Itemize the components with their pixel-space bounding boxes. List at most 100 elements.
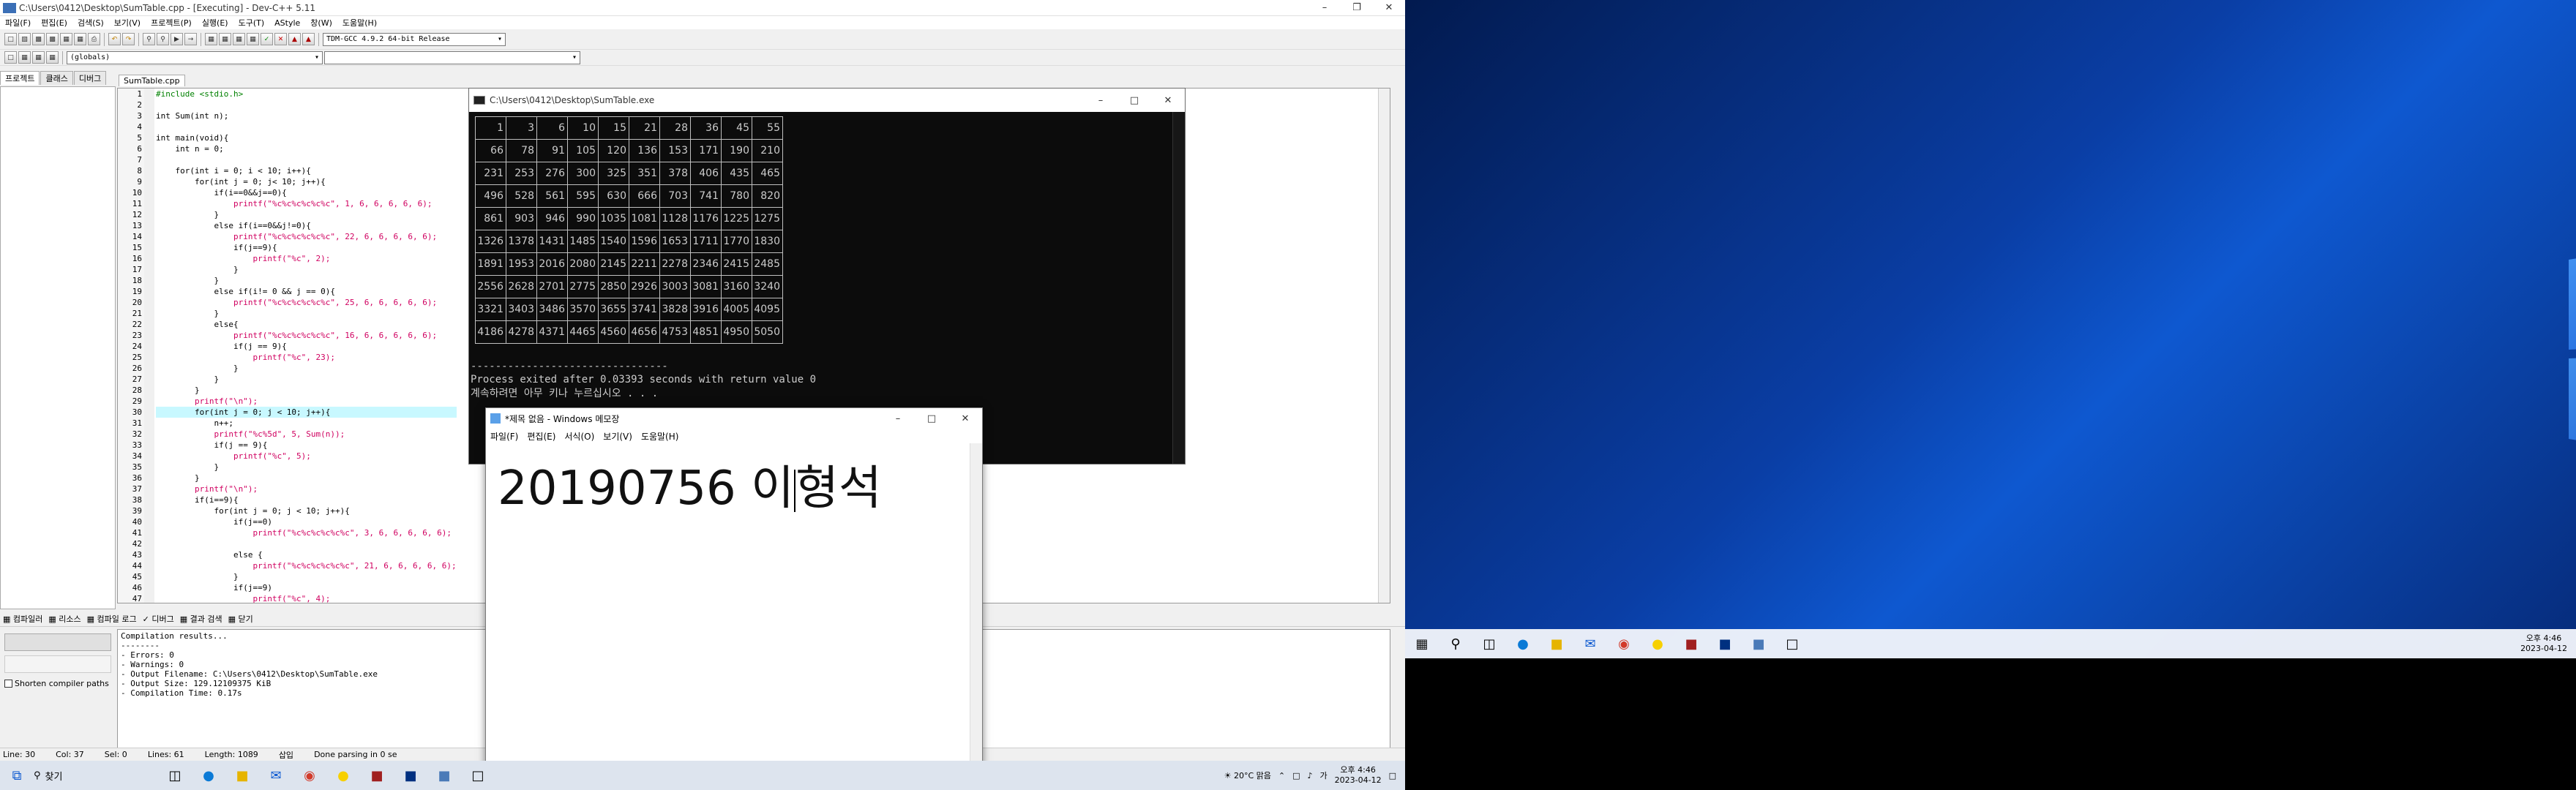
tab-project[interactable]: 프로젝트 (0, 71, 40, 85)
close-file-icon[interactable]: ▦ (60, 33, 72, 45)
code-line[interactable]: else { (156, 549, 457, 560)
code-line[interactable]: if(j==0) (156, 516, 457, 527)
dev-cpp-taskbar-icon[interactable]: ■ (360, 761, 394, 790)
close-button[interactable]: ✕ (1373, 0, 1405, 16)
edge-icon[interactable]: ● (192, 761, 225, 790)
code-line[interactable]: int main(void){ (156, 132, 457, 143)
code-line[interactable]: } (156, 374, 457, 385)
shorten-paths-option[interactable]: Shorten compiler paths (4, 679, 109, 688)
close-all-icon[interactable]: ▦ (74, 33, 86, 45)
code-line[interactable]: int Sum(int n); (156, 110, 457, 121)
notepad-text-area[interactable]: 20190756 이형석 (498, 451, 882, 518)
code-line[interactable]: } (156, 473, 457, 484)
task-view-icon[interactable]: ◫ (158, 761, 192, 790)
stop-execution-icon[interactable]: ✕ (274, 33, 287, 45)
code-line[interactable]: int n = 0; (156, 143, 457, 154)
notepad-close-button[interactable]: ✕ (948, 410, 982, 426)
code-line[interactable]: if(j == 9){ (156, 440, 457, 451)
code-line[interactable]: printf("%c", 23); (156, 352, 457, 363)
insert-icon[interactable]: ▦ (18, 51, 31, 64)
volume-icon[interactable]: ♪ (1308, 771, 1313, 780)
notepad-menu-view[interactable]: 보기(V) (599, 430, 637, 443)
compiler-select[interactable]: TDM-GCC 4.9.2 64-bit Release ▾ (323, 32, 506, 46)
code-line[interactable] (156, 99, 457, 110)
console-close-button[interactable]: ✕ (1151, 92, 1185, 108)
console-taskbar-icon[interactable]: ■ (394, 761, 427, 790)
code-line[interactable]: for(int j = 0; j < 10; j++){ (156, 407, 457, 418)
tab-resources[interactable]: ▦ 리소스 (48, 613, 80, 625)
open-file-icon[interactable]: ▧ (18, 33, 31, 45)
chrome-icon[interactable]: ◉ (1607, 629, 1641, 658)
notepad-menu-file[interactable]: 파일(F) (486, 430, 523, 443)
code-line[interactable]: printf("%c%c%c%c%c%c", 25, 6, 6, 6, 6, 6… (156, 297, 457, 308)
notepad-taskbar-icon[interactable]: ■ (427, 761, 461, 790)
mail-icon[interactable]: ✉ (259, 761, 293, 790)
save-all-icon[interactable]: ▩ (46, 33, 59, 45)
code-line[interactable]: if(j==9){ (156, 242, 457, 253)
notepad-taskbar-icon[interactable]: ■ (1742, 629, 1775, 658)
chart-icon[interactable]: ▲ (288, 33, 301, 45)
notepad-scrollbar[interactable] (970, 443, 982, 789)
search-box[interactable]: ⚲ 찾기 (34, 764, 158, 786)
edge-icon[interactable]: ● (1506, 629, 1540, 658)
weather-widget[interactable]: ☀ 20°C 맑음 (1224, 770, 1271, 781)
members-select[interactable]: ▾ (324, 50, 580, 64)
code-line[interactable]: } (156, 363, 457, 374)
code-line[interactable]: else if(i==0&&j!=0){ (156, 220, 457, 231)
code-line[interactable]: printf("\n"); (156, 396, 457, 407)
toggle-bookmark-icon[interactable]: ▦ (32, 51, 45, 64)
run-icon[interactable]: ▦ (219, 33, 231, 45)
menu-window[interactable]: 창(W) (305, 17, 337, 29)
code-line[interactable]: if(j==9) (156, 582, 457, 593)
compile-icon[interactable]: ▦ (205, 33, 217, 45)
code-line[interactable]: } (156, 209, 457, 220)
code-line[interactable]: for(int j = 0; j < 10; j++){ (156, 505, 457, 516)
tab-compile-log[interactable]: ▦ 컴파일 로그 (87, 613, 137, 625)
code-line[interactable]: #include <stdio.h> (156, 89, 457, 99)
windows-start-icon[interactable]: ⧉ (0, 761, 34, 790)
goto-bookmark-icon[interactable]: ▦ (46, 51, 59, 64)
undo-icon[interactable]: ↶ (108, 33, 121, 45)
code-content[interactable]: #include <stdio.h> int Sum(int n); int mai… (156, 89, 457, 603)
code-line[interactable]: } (156, 308, 457, 319)
compile-run-icon[interactable]: ▦ (233, 33, 245, 45)
taskbar-clock[interactable]: 오후 4:46 2023-04-12 (1335, 765, 1382, 786)
debug-icon[interactable]: ▲ (302, 33, 315, 45)
maximize-button[interactable]: ❐ (1341, 0, 1373, 16)
code-line[interactable]: for(int i = 0; i < 10; i++){ (156, 165, 457, 176)
notepad-menu-edit[interactable]: 편집(E) (523, 430, 560, 443)
tab-debug[interactable]: 디버그 (73, 71, 107, 85)
new-file-icon[interactable]: □ (4, 33, 17, 45)
redo-icon[interactable]: ↷ (122, 33, 135, 45)
menu-tools[interactable]: 도구(T) (233, 17, 270, 29)
new-class-icon[interactable]: □ (4, 51, 17, 64)
code-line[interactable]: } (156, 571, 457, 582)
print-icon[interactable]: ⎙ (88, 33, 100, 45)
snip-taskbar-icon[interactable]: □ (1775, 629, 1809, 658)
code-line[interactable] (156, 121, 457, 132)
notepad-minimize-button[interactable]: – (881, 410, 915, 426)
menu-view[interactable]: 보기(V) (109, 17, 146, 29)
tab-sumtable-cpp[interactable]: SumTable.cpp (119, 75, 185, 86)
save-icon[interactable]: ▩ (32, 33, 45, 45)
rebuild-icon[interactable]: ▦ (247, 33, 259, 45)
code-line[interactable]: printf("%c%c%c%c%c%c", 16, 6, 6, 6, 6, 6… (156, 330, 457, 341)
menu-execute[interactable]: 실행(E) (197, 17, 233, 29)
file-explorer-icon[interactable]: ■ (225, 761, 259, 790)
dev-cpp-taskbar-icon[interactable]: ■ (1674, 629, 1708, 658)
notepad-window[interactable]: *제목 없음 - Windows 메모장 – □ ✕ 파일(F) 편집(E) 서… (485, 407, 983, 790)
replace-icon[interactable]: ⚲ (157, 33, 169, 45)
code-line[interactable]: printf("%c%c%c%c%c%c", 3, 6, 6, 6, 6, 6)… (156, 527, 457, 538)
code-line[interactable]: printf("%c%c%c%c%c%c", 22, 6, 6, 6, 6, 6… (156, 231, 457, 242)
shorten-paths-checkbox[interactable] (4, 680, 12, 688)
find-next-icon[interactable]: ▶ (171, 33, 183, 45)
chevron-up-icon[interactable]: ⌃ (1278, 771, 1285, 780)
code-line[interactable]: printf("%c", 2); (156, 253, 457, 264)
menu-edit[interactable]: 편집(E) (36, 17, 72, 29)
chrome-icon[interactable]: ◉ (293, 761, 326, 790)
tab-classes[interactable]: 클래스 (40, 71, 73, 85)
notepad-menu-format[interactable]: 서식(O) (560, 430, 599, 443)
secondary-clock[interactable]: 오후 4:46 2023-04-12 (2520, 633, 2567, 654)
code-line[interactable]: } (156, 264, 457, 275)
console-maximize-button[interactable]: □ (1117, 92, 1151, 108)
